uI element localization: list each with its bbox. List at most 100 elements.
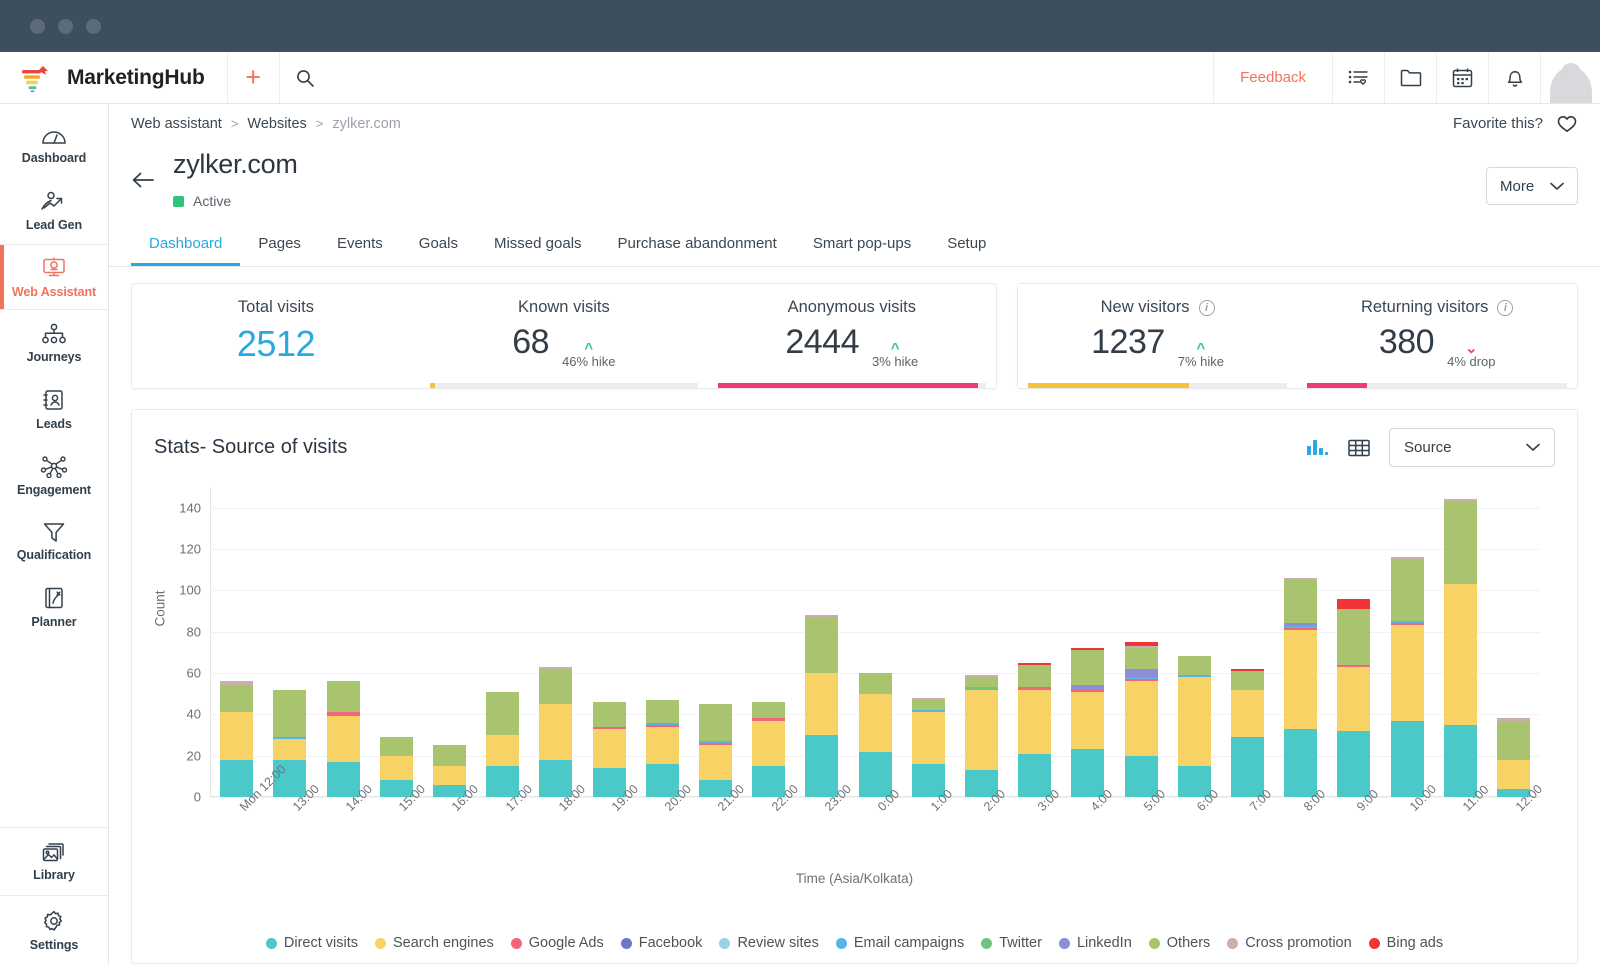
chart-bar[interactable] xyxy=(964,675,998,797)
chart-bar[interactable] xyxy=(1443,499,1477,797)
source-select[interactable]: Source xyxy=(1389,428,1555,467)
window-maximize-button[interactable] xyxy=(86,18,101,34)
chart-bar[interactable] xyxy=(486,691,520,797)
info-icon[interactable]: i xyxy=(1198,299,1215,316)
chart-bar-slot[interactable] xyxy=(263,487,316,797)
legend-item[interactable]: Others xyxy=(1148,935,1210,951)
legend-item[interactable]: Bing ads xyxy=(1368,935,1443,951)
notifications-button[interactable] xyxy=(1488,52,1540,103)
chart-bar[interactable] xyxy=(1390,557,1424,797)
legend-item[interactable]: Facebook xyxy=(620,935,702,951)
legend-item[interactable]: Review sites xyxy=(719,935,819,951)
chart-bar[interactable] xyxy=(1177,656,1211,797)
sidebar-item-journeys[interactable]: Journeys xyxy=(0,310,108,376)
tab-dashboard[interactable]: Dashboard xyxy=(131,225,241,266)
chart-bar-slot[interactable] xyxy=(795,487,848,797)
chart-bar-slot[interactable] xyxy=(423,487,476,797)
more-button[interactable]: More xyxy=(1486,167,1578,205)
chart-bar-slot[interactable] xyxy=(1168,487,1221,797)
info-icon[interactable]: i xyxy=(1497,299,1514,316)
tab-missed-goals[interactable]: Missed goals xyxy=(476,225,600,266)
calendar-button[interactable] xyxy=(1436,52,1488,103)
chart-bar[interactable] xyxy=(432,745,466,797)
favorite-this-button[interactable]: Favorite this? xyxy=(1453,114,1578,134)
tab-purchase-abandonment[interactable]: Purchase abandonment xyxy=(600,225,795,266)
breadcrumb-item-web-assistant[interactable]: Web assistant xyxy=(131,116,222,132)
sidebar-item-planner[interactable]: Planner xyxy=(0,574,108,640)
chart-bar[interactable] xyxy=(698,704,732,797)
bar-chart-icon[interactable] xyxy=(1305,437,1329,459)
sidebar-item-library[interactable]: Library xyxy=(0,828,108,896)
chart-bar-slot[interactable] xyxy=(689,487,742,797)
feedback-button[interactable]: Feedback xyxy=(1213,52,1332,103)
tab-pages[interactable]: Pages xyxy=(240,225,319,266)
sidebar-item-settings[interactable]: Settings xyxy=(0,896,108,964)
sidebar-item-leads[interactable]: Leads xyxy=(0,376,108,442)
sidebar-item-engagement[interactable]: Engagement xyxy=(0,442,108,508)
tab-setup[interactable]: Setup xyxy=(929,225,1004,266)
tab-events[interactable]: Events xyxy=(319,225,401,266)
chart-bar[interactable] xyxy=(326,681,360,797)
chart-bar-slot[interactable] xyxy=(370,487,423,797)
chart-bar-slot[interactable] xyxy=(1221,487,1274,797)
legend-item[interactable]: Email campaigns xyxy=(835,935,964,951)
sidebar-item-lead-gen[interactable]: Lead Gen xyxy=(0,178,108,244)
chart-bar-slot[interactable] xyxy=(210,487,263,797)
chart-bar[interactable] xyxy=(220,681,254,797)
chart-bar-slot[interactable] xyxy=(955,487,1008,797)
chart-bar-slot[interactable] xyxy=(582,487,635,797)
legend-item[interactable]: Search engines xyxy=(375,935,494,951)
chart-bar[interactable] xyxy=(539,666,573,797)
chart-bar[interactable] xyxy=(1071,648,1105,797)
tasks-button[interactable] xyxy=(1332,52,1384,103)
chart-bar[interactable] xyxy=(645,699,679,797)
chart-bar-slot[interactable] xyxy=(1327,487,1380,797)
chart-bar-slot[interactable] xyxy=(1114,487,1167,797)
legend-item[interactable]: Direct visits xyxy=(265,935,358,951)
chart-bar-slot[interactable] xyxy=(848,487,901,797)
chart-bar-slot[interactable] xyxy=(742,487,795,797)
chart-bar-slot[interactable] xyxy=(1487,487,1540,797)
chart-bar-slot[interactable] xyxy=(529,487,582,797)
sidebar-item-dashboard[interactable]: Dashboard xyxy=(0,112,108,178)
chart-bar[interactable] xyxy=(1230,668,1264,797)
table-icon[interactable] xyxy=(1347,437,1371,459)
sidebar-item-web-assistant[interactable]: Web Assistant xyxy=(0,244,108,310)
tab-smart-popups[interactable]: Smart pop-ups xyxy=(795,225,929,266)
chart-bar-slot[interactable] xyxy=(1274,487,1327,797)
add-button[interactable]: + xyxy=(226,52,279,103)
chart-bar-slot[interactable] xyxy=(636,487,689,797)
chart-bar-slot[interactable] xyxy=(902,487,955,797)
chart-bar[interactable] xyxy=(911,697,945,797)
sidebar-item-qualification[interactable]: Qualification xyxy=(0,508,108,574)
chart-bar-slot[interactable] xyxy=(1380,487,1433,797)
legend-item[interactable]: Cross promotion xyxy=(1227,935,1352,951)
legend-item[interactable]: LinkedIn xyxy=(1058,935,1132,951)
chart-bar[interactable] xyxy=(858,673,892,797)
chart-bar-slot[interactable] xyxy=(1434,487,1487,797)
chart-bar[interactable] xyxy=(1124,642,1158,797)
chart-bar-slot[interactable] xyxy=(1061,487,1114,797)
search-button[interactable] xyxy=(278,52,331,103)
back-button[interactable] xyxy=(131,171,155,189)
chart-bar[interactable] xyxy=(752,701,786,797)
chart-bar-slot[interactable] xyxy=(316,487,369,797)
window-close-button[interactable] xyxy=(30,18,45,34)
legend-item[interactable]: Google Ads xyxy=(510,935,604,951)
chart-bar-slot[interactable] xyxy=(1008,487,1061,797)
chart-bar[interactable] xyxy=(1496,718,1530,797)
chart-bar[interactable] xyxy=(592,701,626,797)
chart-bar[interactable] xyxy=(1337,598,1371,797)
folder-button[interactable] xyxy=(1384,52,1436,103)
legend-item[interactable]: Twitter xyxy=(981,935,1042,951)
chart-bar[interactable] xyxy=(1018,662,1052,797)
window-minimize-button[interactable] xyxy=(58,18,73,34)
chart-bar-slot[interactable] xyxy=(476,487,529,797)
tab-goals[interactable]: Goals xyxy=(401,225,476,266)
chart-bar[interactable] xyxy=(1284,577,1318,797)
chart-bar[interactable] xyxy=(805,615,839,797)
breadcrumb-item-websites[interactable]: Websites xyxy=(247,116,306,132)
brand-logo-area[interactable]: MarketingHub xyxy=(0,52,227,103)
user-avatar-button[interactable] xyxy=(1540,52,1600,103)
chart-bar[interactable] xyxy=(379,737,413,797)
